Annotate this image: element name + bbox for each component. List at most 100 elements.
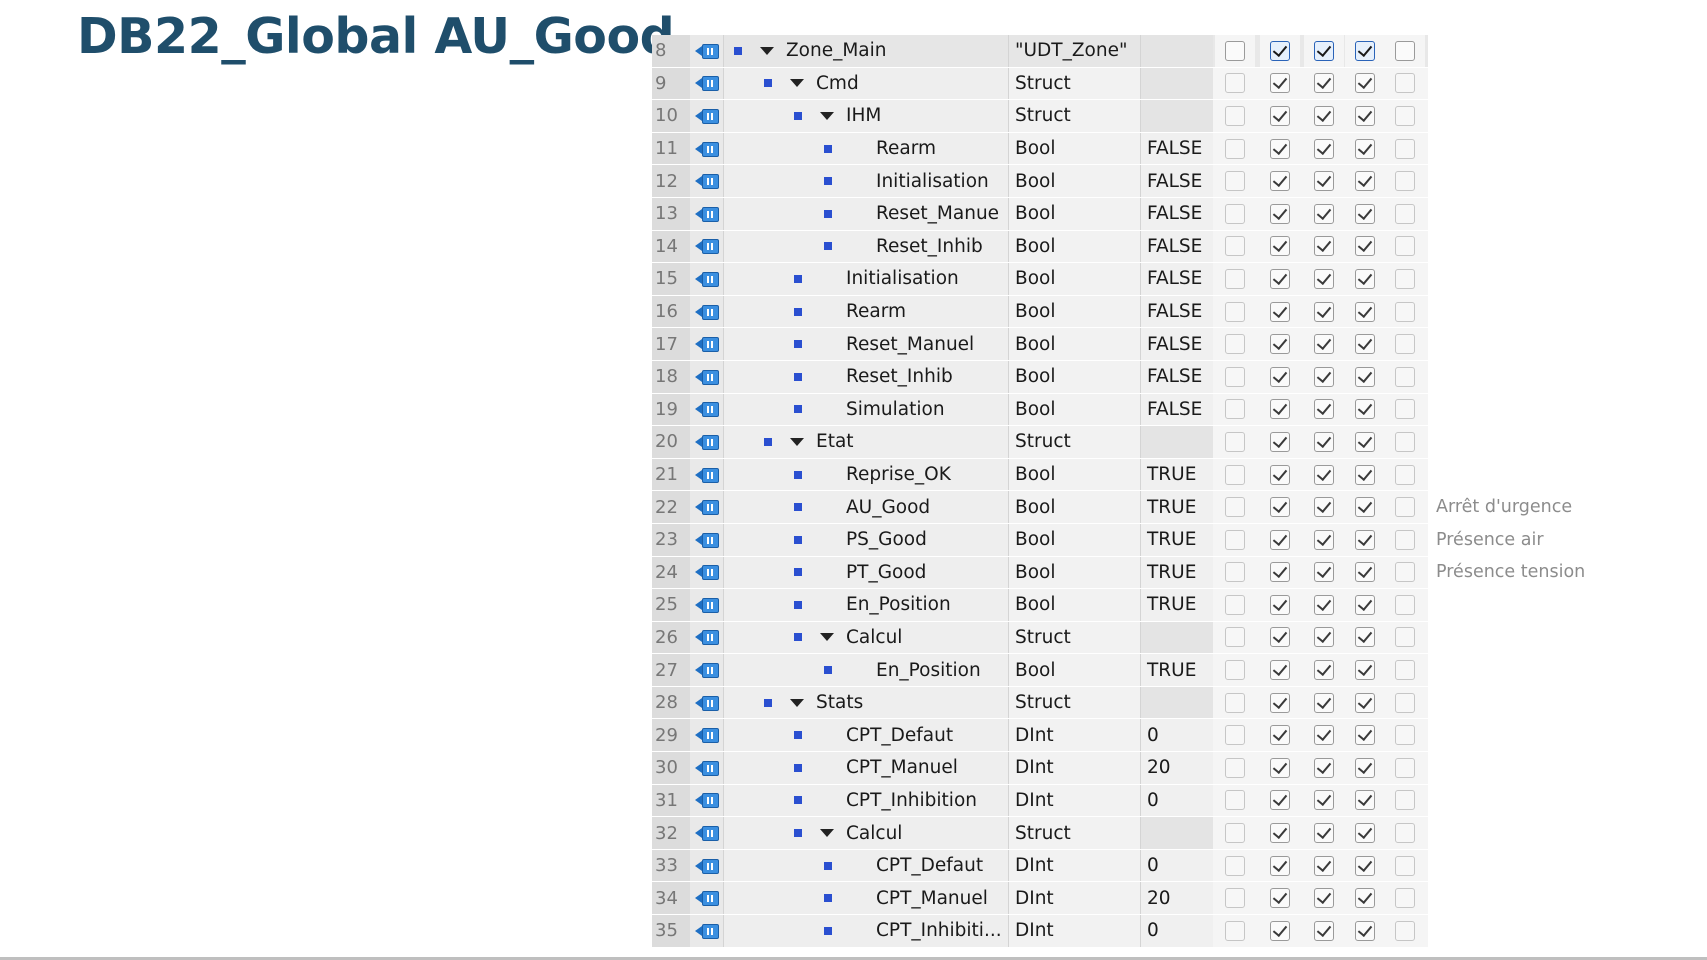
start-value[interactable]: FALSE: [1141, 328, 1213, 360]
data-type[interactable]: DInt: [1009, 882, 1141, 915]
accessible-hmi-checkbox[interactable]: [1270, 334, 1290, 355]
table-row[interactable]: 27 En_Position Bool TRUE: [652, 654, 1598, 687]
accessible-hmi-checkbox[interactable]: [1270, 497, 1290, 518]
accessible-hmi-checkbox[interactable]: [1270, 40, 1290, 61]
comment[interactable]: [1428, 654, 1598, 686]
name-cell[interactable]: Calcul: [724, 621, 1009, 654]
start-value[interactable]: FALSE: [1141, 197, 1213, 230]
retain-checkbox[interactable]: [1225, 660, 1245, 681]
visible-hmi-checkbox[interactable]: [1355, 203, 1375, 224]
start-value[interactable]: FALSE: [1141, 132, 1213, 165]
visible-hmi-checkbox[interactable]: [1355, 757, 1375, 778]
accessible-hmi-checkbox[interactable]: [1270, 268, 1290, 289]
data-type[interactable]: Bool: [1009, 654, 1141, 686]
start-value[interactable]: [1141, 100, 1213, 132]
table-row[interactable]: 24 PT_Good Bool TRUE Présence tension: [652, 556, 1598, 590]
data-type[interactable]: Bool: [1009, 523, 1141, 556]
visible-hmi-checkbox[interactable]: [1355, 431, 1375, 452]
setpoint-checkbox[interactable]: [1395, 73, 1415, 94]
name-cell[interactable]: Calcul: [724, 817, 1009, 849]
visible-hmi-checkbox[interactable]: [1355, 334, 1375, 355]
setpoint-checkbox[interactable]: [1395, 236, 1415, 257]
writable-hmi-checkbox[interactable]: [1314, 594, 1334, 615]
visible-hmi-checkbox[interactable]: [1355, 594, 1375, 615]
table-row[interactable]: 29 CPT_Defaut DInt 0: [652, 719, 1598, 753]
table-row[interactable]: 19 Simulation Bool FALSE: [652, 393, 1598, 427]
data-type[interactable]: Bool: [1009, 295, 1141, 328]
writable-hmi-checkbox[interactable]: [1314, 301, 1334, 322]
comment[interactable]: [1428, 328, 1598, 360]
collapse-triangle-icon[interactable]: [790, 437, 804, 446]
expander-slot[interactable]: [820, 632, 834, 642]
retain-checkbox[interactable]: [1225, 725, 1245, 746]
retain-checkbox[interactable]: [1225, 497, 1245, 518]
visible-hmi-checkbox[interactable]: [1355, 236, 1375, 257]
setpoint-checkbox[interactable]: [1395, 334, 1415, 355]
start-value[interactable]: FALSE: [1141, 165, 1213, 197]
retain-checkbox[interactable]: [1225, 138, 1245, 159]
data-type[interactable]: Struct: [1009, 686, 1141, 719]
retain-checkbox[interactable]: [1225, 366, 1245, 387]
name-cell[interactable]: Simulation: [724, 393, 1009, 426]
comment[interactable]: Arrêt d'urgence: [1428, 491, 1598, 523]
setpoint-checkbox[interactable]: [1395, 790, 1415, 811]
retain-checkbox[interactable]: [1225, 73, 1245, 94]
retain-checkbox[interactable]: [1225, 268, 1245, 289]
accessible-hmi-checkbox[interactable]: [1270, 431, 1290, 452]
comment[interactable]: [1428, 752, 1598, 784]
table-row[interactable]: 23 PS_Good Bool TRUE Présence air: [652, 523, 1598, 557]
accessible-hmi-checkbox[interactable]: [1270, 920, 1290, 941]
data-type[interactable]: DInt: [1009, 784, 1141, 817]
visible-hmi-checkbox[interactable]: [1355, 920, 1375, 941]
comment[interactable]: [1428, 35, 1598, 67]
data-type[interactable]: Bool: [1009, 165, 1141, 197]
name-cell[interactable]: CPT_Defaut: [724, 719, 1009, 752]
visible-hmi-checkbox[interactable]: [1355, 790, 1375, 811]
retain-checkbox[interactable]: [1225, 920, 1245, 941]
table-row[interactable]: 30 CPT_Manuel DInt 20: [652, 752, 1598, 785]
comment[interactable]: [1428, 621, 1598, 654]
start-value[interactable]: [1141, 686, 1213, 719]
comment[interactable]: [1428, 817, 1598, 849]
name-cell[interactable]: En_Position: [724, 589, 1009, 621]
start-value[interactable]: FALSE: [1141, 230, 1213, 263]
start-value[interactable]: [1141, 621, 1213, 654]
start-value[interactable]: FALSE: [1141, 263, 1213, 295]
writable-hmi-checkbox[interactable]: [1314, 268, 1334, 289]
data-type[interactable]: Struct: [1009, 817, 1141, 849]
visible-hmi-checkbox[interactable]: [1355, 40, 1375, 61]
name-cell[interactable]: IHM: [724, 100, 1009, 132]
visible-hmi-checkbox[interactable]: [1355, 301, 1375, 322]
accessible-hmi-checkbox[interactable]: [1270, 529, 1290, 550]
visible-hmi-checkbox[interactable]: [1355, 627, 1375, 648]
visible-hmi-checkbox[interactable]: [1355, 660, 1375, 681]
table-row[interactable]: 31 CPT_Inhibition DInt 0: [652, 784, 1598, 818]
retain-checkbox[interactable]: [1225, 692, 1245, 713]
expander-slot[interactable]: [790, 78, 804, 88]
writable-hmi-checkbox[interactable]: [1314, 138, 1334, 159]
name-cell[interactable]: Etat: [724, 426, 1009, 458]
writable-hmi-checkbox[interactable]: [1314, 562, 1334, 583]
accessible-hmi-checkbox[interactable]: [1270, 757, 1290, 778]
retain-checkbox[interactable]: [1225, 105, 1245, 126]
comment[interactable]: [1428, 100, 1598, 132]
visible-hmi-checkbox[interactable]: [1355, 171, 1375, 192]
setpoint-checkbox[interactable]: [1395, 888, 1415, 909]
collapse-triangle-icon[interactable]: [820, 111, 834, 120]
name-cell[interactable]: PT_Good: [724, 556, 1009, 589]
accessible-hmi-checkbox[interactable]: [1270, 236, 1290, 257]
name-cell[interactable]: En_Position: [724, 654, 1009, 686]
table-row[interactable]: 33 CPT_Defaut DInt 0: [652, 849, 1598, 883]
visible-hmi-checkbox[interactable]: [1355, 562, 1375, 583]
comment[interactable]: [1428, 67, 1598, 100]
writable-hmi-checkbox[interactable]: [1314, 73, 1334, 94]
data-type[interactable]: Bool: [1009, 263, 1141, 295]
comment[interactable]: [1428, 393, 1598, 426]
visible-hmi-checkbox[interactable]: [1355, 823, 1375, 844]
writable-hmi-checkbox[interactable]: [1314, 334, 1334, 355]
retain-checkbox[interactable]: [1225, 431, 1245, 452]
start-value[interactable]: TRUE: [1141, 654, 1213, 686]
comment[interactable]: [1428, 686, 1598, 719]
start-value[interactable]: TRUE: [1141, 523, 1213, 556]
comment[interactable]: [1428, 165, 1598, 197]
